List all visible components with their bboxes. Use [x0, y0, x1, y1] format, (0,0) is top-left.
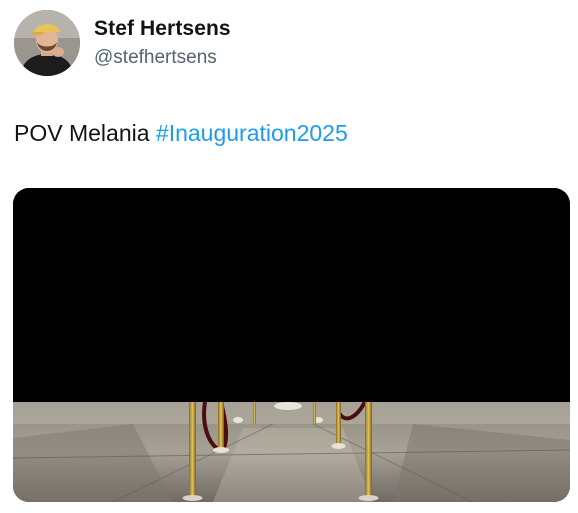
tweet-text: POV Melania #Inauguration2025 [14, 120, 348, 147]
tweet-body-text: POV Melania [14, 120, 150, 146]
author-handle[interactable]: @stefhertsens [94, 47, 217, 69]
video-frame-icon [13, 188, 570, 502]
tweet-card[interactable]: Stef Hertsens @stefhertsens POV Melania … [0, 0, 578, 513]
author-avatar[interactable] [14, 10, 80, 76]
tweet-video[interactable] [13, 188, 570, 502]
person-avatar-icon [14, 10, 80, 76]
hashtag-link[interactable]: #Inauguration2025 [156, 120, 348, 146]
author-display-name[interactable]: Stef Hertsens [94, 17, 231, 41]
